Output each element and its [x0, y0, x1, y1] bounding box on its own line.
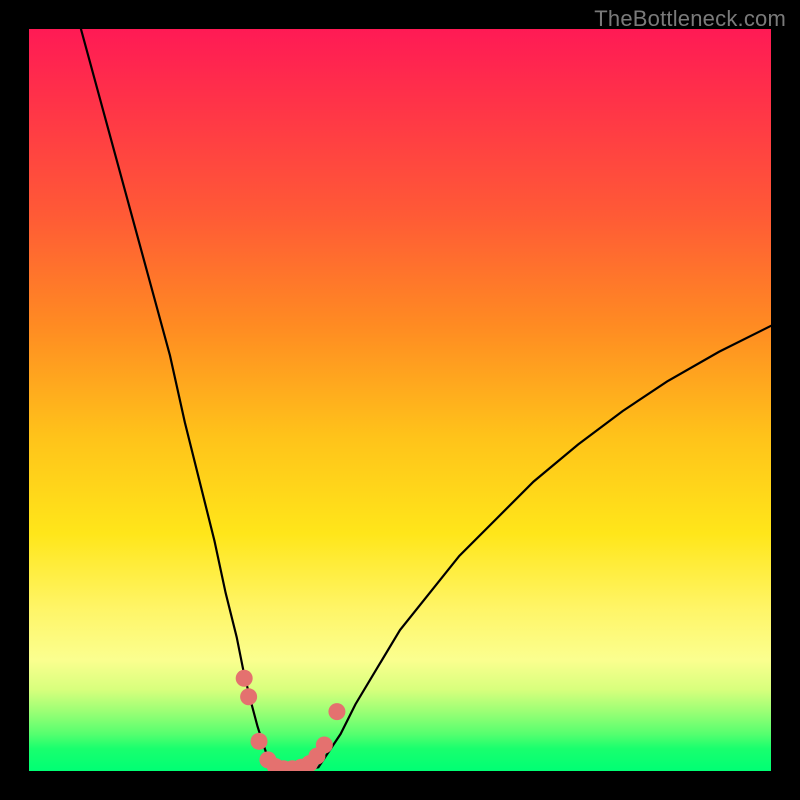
- bottleneck-curve: [81, 29, 771, 770]
- trough-marker: [236, 670, 253, 687]
- trough-marker: [240, 688, 257, 705]
- trough-marker: [316, 737, 333, 754]
- watermark-text: TheBottleneck.com: [594, 6, 786, 32]
- plot-area: [29, 29, 771, 771]
- curve-layer: [29, 29, 771, 771]
- chart-frame: TheBottleneck.com: [0, 0, 800, 800]
- trough-marker: [328, 703, 345, 720]
- trough-markers: [236, 670, 346, 771]
- trough-marker: [251, 733, 268, 750]
